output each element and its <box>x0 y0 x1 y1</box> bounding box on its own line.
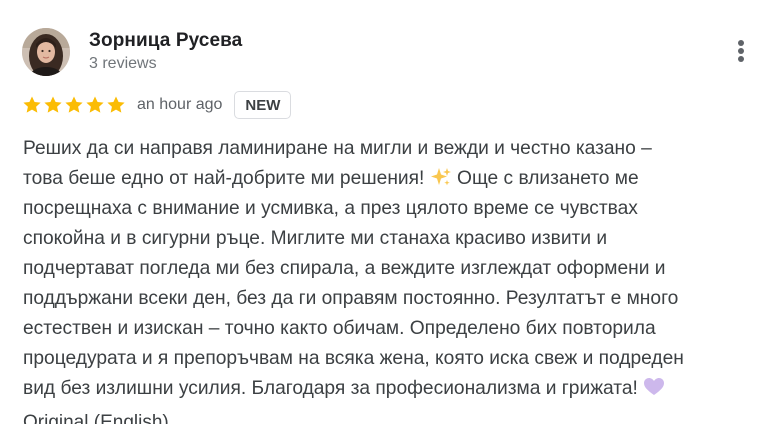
more-vert-icon-dot <box>738 48 744 54</box>
review-text-segment: Още с влизането ме <box>457 168 639 189</box>
star-icon <box>44 96 62 113</box>
review-text-line: поддържани всеки ден, без да ги оправям … <box>23 288 679 309</box>
review-text-line: вид без излишни усилия. Благодаря за про… <box>23 374 753 404</box>
star-icon <box>86 96 104 113</box>
review-text-segment: това беше едно от най-добрите ми решения… <box>23 168 425 189</box>
author-review-count[interactable]: 3 reviews <box>89 55 157 73</box>
sparkles-emoji-icon <box>430 168 451 186</box>
review-text-line: процедурата и я препоръчвам на всяка жен… <box>23 348 684 369</box>
star-icon <box>23 96 41 113</box>
review-text-line: спокойна и в сигурни ръце. Миглите ми ст… <box>23 228 608 249</box>
avatar-photo-icon <box>22 28 70 76</box>
author-name[interactable]: Зорница Русева <box>89 30 242 52</box>
review-text-line: това беше едно от най-добрите ми решения… <box>23 164 753 194</box>
purple-heart-emoji-icon <box>644 378 665 395</box>
more-vert-icon-dot <box>738 56 744 62</box>
star-rating <box>22 95 126 115</box>
review-text-line: Реших да си направя ламиниране на мигли … <box>23 138 652 159</box>
author-avatar[interactable] <box>22 28 70 76</box>
more-options-button[interactable] <box>726 34 756 68</box>
see-original-link[interactable]: Original (English) <box>23 412 169 424</box>
review-text-line: подчертават погледа ми без спирала, а ве… <box>23 258 666 279</box>
star-icon <box>65 96 83 113</box>
review-text-line: посрещнаха с внимание и усмивка, а през … <box>23 198 638 219</box>
star-icon <box>107 96 125 113</box>
new-badge: NEW <box>234 91 292 119</box>
review-text-segment: вид без излишни усилия. Благодаря за про… <box>23 378 638 399</box>
review-text-line: естествен и изискан – точно както обичам… <box>23 318 656 339</box>
review-card: Зорница Русева 3 reviews an hour ago NEW… <box>0 0 784 424</box>
review-time: an hour ago <box>137 96 223 113</box>
more-vert-icon <box>738 40 744 46</box>
review-text: Реших да си направя ламиниране на мигли … <box>23 134 753 404</box>
rating-row: an hour ago NEW <box>22 90 292 120</box>
